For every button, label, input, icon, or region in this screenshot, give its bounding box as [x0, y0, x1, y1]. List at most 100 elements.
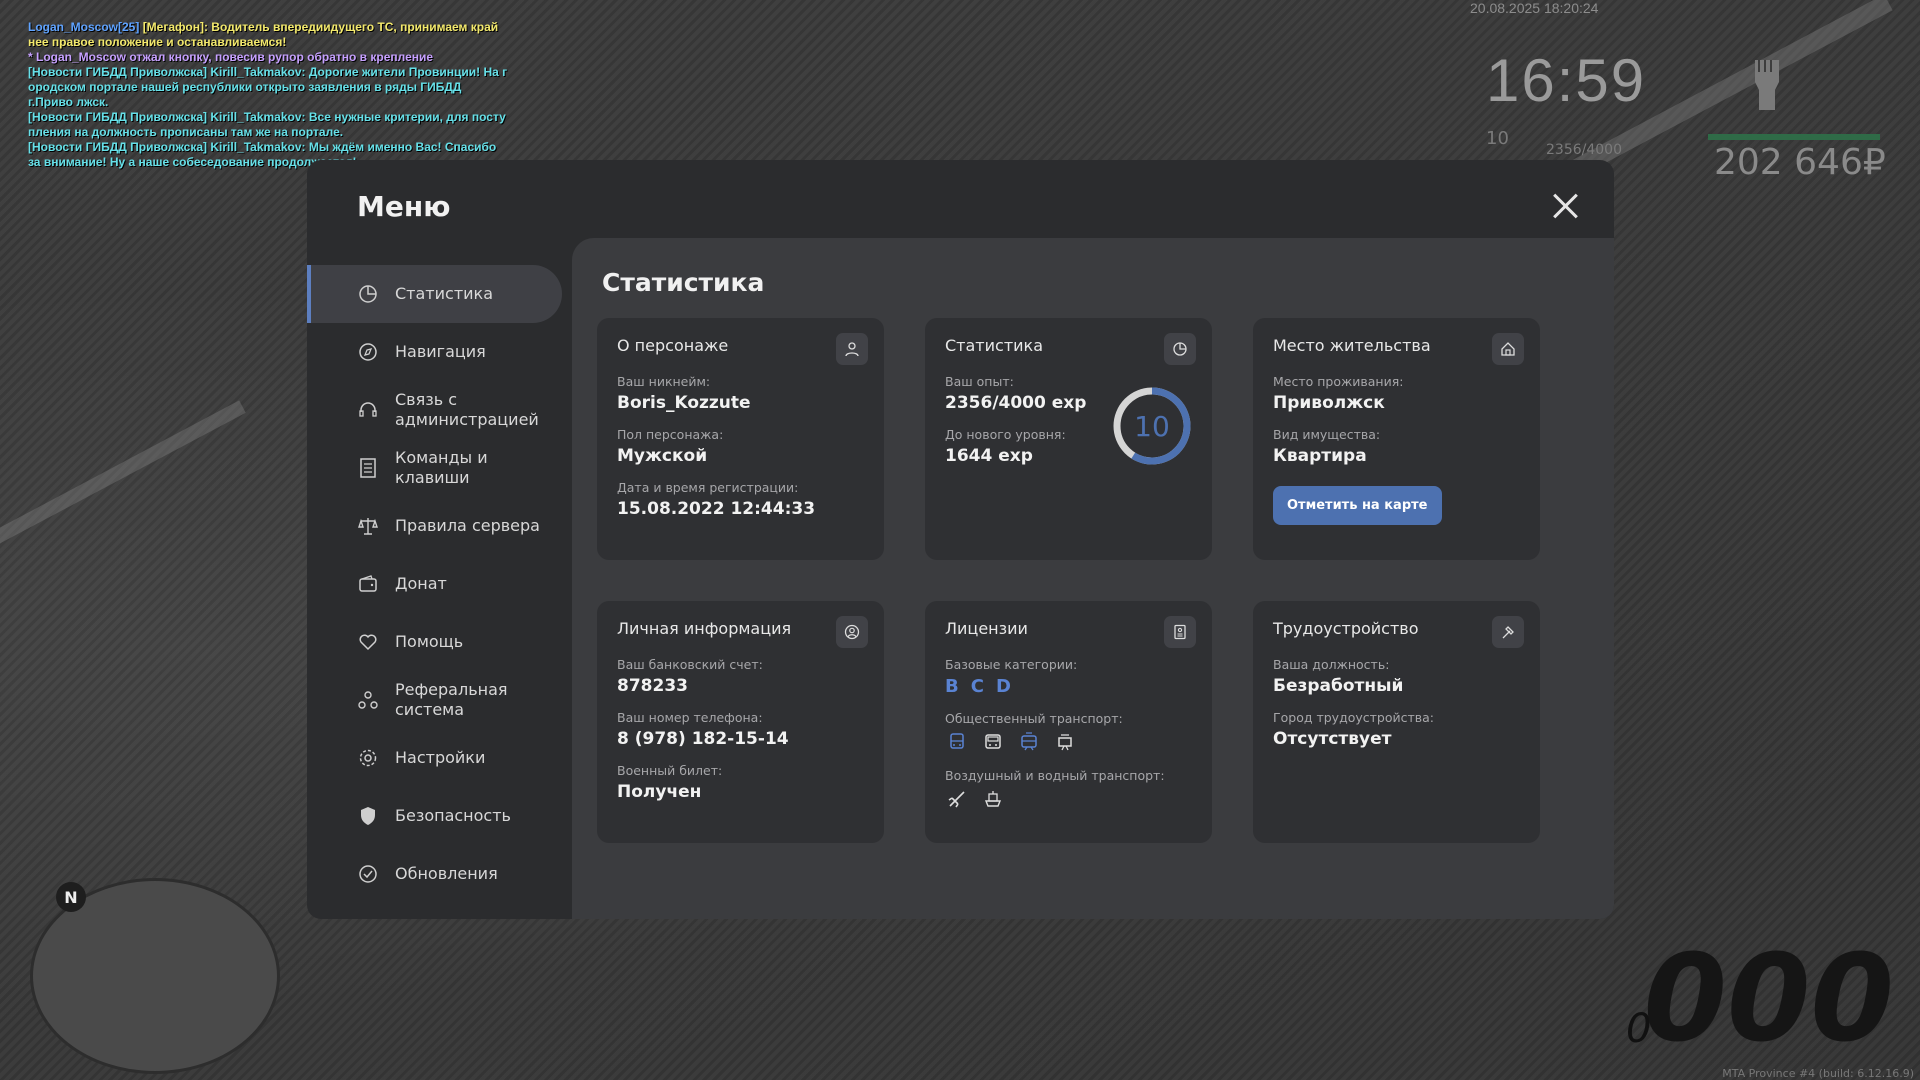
field-value: 1644 exp: [945, 446, 1033, 466]
category-b: B: [945, 676, 959, 697]
license-card-icon: [1164, 616, 1196, 648]
chat-text: [Новости ГИБДД Приволжска] Kirill_Takmak…: [28, 110, 510, 139]
card-title: Статистика: [945, 336, 1043, 355]
field-label: Военный билет:: [617, 763, 723, 778]
wallet-icon: [357, 573, 379, 595]
level-number: 10: [1134, 410, 1170, 443]
document-list-icon: [357, 457, 379, 479]
sidebar-item-4[interactable]: Правила сервера: [307, 497, 562, 555]
field-label: Город трудоустройства:: [1273, 710, 1435, 725]
card-residence: Место жительства Место проживания: Привол…: [1253, 318, 1540, 560]
field-group: Ваш опыт: 2356/4000 exp До нового уровня: 1…: [945, 374, 1086, 480]
fist-icon: [1755, 60, 1779, 110]
sidebar-item-label: Донат: [395, 574, 447, 593]
hammer-icon: [1492, 616, 1524, 648]
chat-text: * Logan_Moscow отжал кнопку, повесив руп…: [28, 50, 434, 64]
card-title: О персонаже: [617, 336, 729, 355]
public-transport-label: Общественный транспорт:: [945, 711, 1123, 726]
hud-clock: 16:59: [1486, 47, 1647, 114]
coach-icon: [981, 730, 1005, 754]
field-label: Пол персонажа:: [617, 427, 724, 442]
field-value: 2356/4000 exp: [945, 393, 1087, 413]
user-icon: [836, 333, 868, 365]
house-icon: [1492, 333, 1524, 365]
sidebar-item-6[interactable]: Помощь: [307, 613, 562, 671]
field-label: Дата и время регистрации:: [617, 480, 799, 495]
refresh-check-icon: [357, 863, 379, 885]
field-value: Мужской: [617, 446, 708, 466]
hud-date: 20.08.2025 18:20:24: [1470, 0, 1599, 16]
pie-chart-icon: [1164, 333, 1196, 365]
level-ring: 10: [1113, 387, 1191, 465]
bus-icon: [945, 730, 969, 754]
card-title: Место жительства: [1273, 336, 1431, 355]
sidebar-item-3[interactable]: Команды и клавиши: [307, 439, 562, 497]
card-character: О персонаже Ваш никнейм: Boris_Kozzute Пол…: [597, 318, 884, 560]
field-label: Вид имущества:: [1273, 427, 1381, 442]
field-value: 878233: [617, 676, 688, 696]
field-value: Квартира: [1273, 446, 1367, 466]
field-group: Место проживания: Приволжск Вид имущества:…: [1273, 374, 1442, 525]
content-title: Статистика: [602, 268, 765, 297]
field-value: 15.08.2022 12:44:33: [617, 499, 816, 519]
scales-icon: [357, 515, 379, 537]
chat-line: Logan_Moscow[25] [Мегафон]: Водитель впе…: [28, 20, 508, 50]
chat-text: Logan_Moscow[25]: [28, 20, 143, 34]
field-label: Ваш номер телефона:: [617, 710, 763, 725]
sidebar-item-label: Безопасность: [395, 806, 511, 825]
field-group: Ваш никнейм: Boris_Kozzute Пол персонажа: М…: [617, 374, 815, 533]
tram-icon: [1017, 730, 1041, 754]
field-label: Ваш опыт:: [945, 374, 1014, 389]
speedometer: 000: [1643, 930, 1895, 1069]
compass-icon: [357, 341, 379, 363]
gear-icon: [357, 747, 379, 769]
field-value: Получен: [617, 782, 702, 802]
sidebar-item-10[interactable]: Обновления: [307, 845, 562, 903]
field-group: Ваша должность: Безработный Город трудоуст…: [1273, 657, 1434, 763]
field-group: Ваш банковский счет: 878233 Ваш номер теле…: [617, 657, 789, 816]
sidebar-item-1[interactable]: Навигация: [307, 323, 562, 381]
field-value: Boris_Kozzute: [617, 393, 751, 413]
license-categories: BCD: [945, 676, 1165, 697]
pie-chart-icon: [357, 283, 379, 305]
air-water-transport-label: Воздушный и водный транспорт:: [945, 768, 1165, 783]
field-value: Отсутствует: [1273, 729, 1392, 749]
chat-line: * Logan_Moscow отжал кнопку, повесив руп…: [28, 50, 508, 65]
menu-window: Меню Статистика Навигация Связь с админист…: [307, 160, 1614, 919]
sidebar-item-label: Навигация: [395, 342, 486, 361]
airplane-icon: [945, 787, 969, 811]
base-categories-label: Базовые категории:: [945, 657, 1078, 672]
close-button[interactable]: [1550, 190, 1580, 220]
field-group: Базовые категории: BCD Общественный тран…: [945, 657, 1165, 825]
mark-on-map-button[interactable]: Отметить на карте: [1273, 486, 1442, 525]
air-water-transport-icons: [945, 787, 1165, 811]
field-value: Приволжск: [1273, 393, 1385, 413]
sidebar-item-label: Связь с администрацией: [395, 390, 539, 429]
headset-icon: [357, 399, 379, 421]
heart-hand-icon: [357, 631, 379, 653]
menu-title: Меню: [357, 190, 451, 223]
hud-money: 202 646₽: [1714, 142, 1886, 183]
sidebar-item-5[interactable]: Донат: [307, 555, 562, 613]
shield-icon: [357, 805, 379, 827]
sidebar-item-0[interactable]: Статистика: [307, 265, 562, 323]
category-c: C: [970, 676, 984, 697]
sidebar-item-label: Помощь: [395, 632, 464, 651]
sidebar-item-label: Настройки: [395, 748, 486, 767]
user-circle-icon: [836, 616, 868, 648]
content-panel: Статистика О персонаже Ваш никнейм: Boris…: [572, 238, 1614, 919]
field-value: Безработный: [1273, 676, 1404, 696]
field-label: Ваша должность:: [1273, 657, 1390, 672]
chat-text: [Новости ГИБДД Приволжска] Kirill_Takmak…: [28, 65, 511, 109]
sidebar-item-7[interactable]: Реферальная система: [307, 671, 562, 729]
sidebar-item-label: Обновления: [395, 864, 498, 883]
sidebar-item-8[interactable]: Настройки: [307, 729, 562, 787]
hud-exp: 2356/4000: [1546, 142, 1622, 158]
sidebar-item-9[interactable]: Безопасность: [307, 787, 562, 845]
sidebar-item-2[interactable]: Связь с администрацией: [307, 381, 562, 439]
card-licenses: Лицензии Базовые категории: BCD Обществе…: [925, 601, 1212, 843]
card-employment: Трудоустройство Ваша должность: Безработн…: [1253, 601, 1540, 843]
hud-level: 10: [1486, 128, 1509, 149]
field-value: 8 (978) 182-15-14: [617, 729, 789, 749]
boat-icon: [981, 787, 1005, 811]
